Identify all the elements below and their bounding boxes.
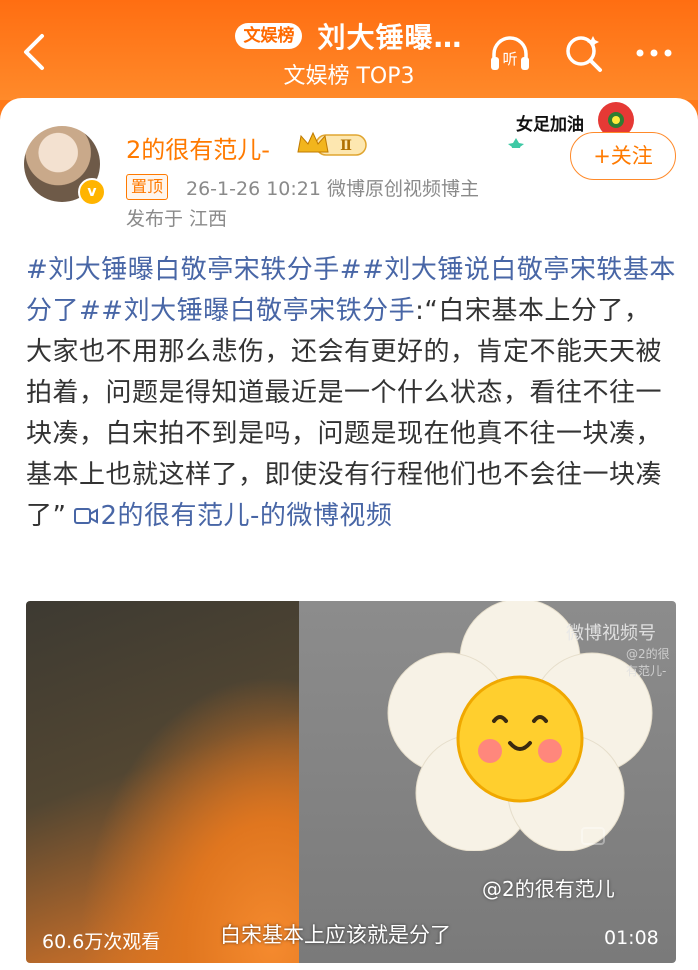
video-camera-icon (74, 508, 99, 524)
follow-button[interactable]: +关注 (570, 132, 676, 180)
video-caption: 白宋基本上应该就是分了 (220, 923, 451, 947)
listen-headphones-icon[interactable]: 听 (486, 30, 534, 76)
video-player[interactable]: 微博视频号 @2的很有范儿- @2的很有范儿 60.6万次观看 白宋基本上应该就… (26, 601, 676, 963)
more-icon[interactable] (630, 30, 678, 76)
view-count: 60.6万次观看 (42, 931, 161, 953)
search-icon[interactable] (560, 30, 608, 76)
video-at-user: @2的很有范儿 (482, 877, 615, 901)
video-watermark-user: @2的很有范儿- (626, 647, 670, 678)
crown-level-icon: Ⅱ (297, 131, 367, 156)
username[interactable]: 2的很有范儿- (126, 130, 270, 165)
video-watermark: 微博视频号 (566, 623, 656, 644)
level-badge-text: Ⅱ (340, 138, 352, 154)
post-location: 发布于 江西 (126, 208, 228, 230)
post-meta: 26-1-26 10:21 微博原创视频博主 (186, 178, 479, 200)
video-link[interactable]: 2的很有范儿-的微博视频 (66, 501, 392, 531)
video-control-icon (581, 827, 605, 845)
post-text: #刘大锤曝白敬亭宋轶分手##刘大锤说白敬亭宋轶基本分了##刘大锤曝白敬亭宋铁分手… (26, 250, 676, 537)
video-duration: 01:08 (604, 927, 659, 949)
post-card: v 2的很有范儿- Ⅱ 置顶 26-1-26 10:21 微博原创视频博主 发布… (0, 98, 698, 970)
video-link-text[interactable]: 2的很有范儿-的微博视频 (100, 501, 392, 531)
verified-badge-icon: v (78, 178, 106, 206)
hashtag-1[interactable]: #刘大锤曝白敬亭宋轶分手# (26, 255, 362, 285)
post-body: :“白宋基本上分了，大家也不用那么悲伤，还会有更好的，肯定不能天天被拍着，问题是… (26, 296, 663, 531)
hashtag-3[interactable]: #刘大锤曝白敬亭宋铁分手 (101, 296, 415, 326)
listen-label: 听 (502, 50, 517, 68)
top-header: 文娱榜 刘大锤曝… 文娱榜 TOP3 听 (0, 0, 698, 100)
pinned-tag: 置顶 (126, 174, 169, 200)
deco-text: 女足加油 (516, 114, 584, 135)
page-title: 刘大锤曝… (317, 21, 463, 54)
video-frame-left (26, 601, 299, 963)
hot-list-badge: 文娱榜 (235, 23, 303, 49)
